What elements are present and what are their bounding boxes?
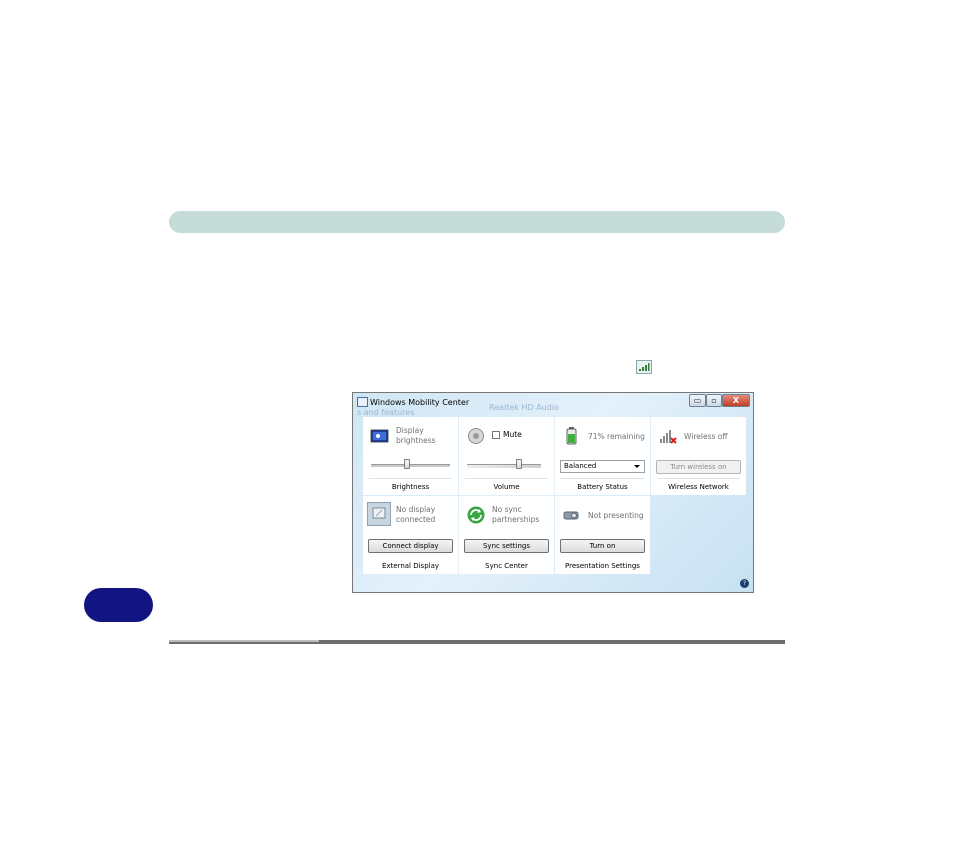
- chapter-tab: [84, 588, 153, 622]
- mobility-center-tray-icon: [636, 360, 652, 374]
- external-display-icon: [367, 502, 391, 526]
- maximize-button[interactable]: ▫: [706, 394, 722, 407]
- turn-on-presentation-button[interactable]: Turn on: [560, 539, 645, 553]
- brightness-status: Display brightness: [396, 426, 436, 445]
- tile-presentation: Not presenting Turn on Presentation Sett…: [555, 496, 650, 574]
- volume-caption: Volume: [493, 483, 520, 491]
- divider: [369, 478, 452, 479]
- sync-status: No sync partnerships: [492, 505, 540, 524]
- battery-caption: Battery Status: [577, 483, 628, 491]
- tile-sync-center: No sync partnerships Sync settings Sync …: [459, 496, 554, 574]
- volume-slider[interactable]: [515, 459, 522, 469]
- maximize-icon: ▫: [711, 396, 717, 405]
- footer-rule-highlight: [169, 640, 319, 642]
- presentation-caption: Presentation Settings: [565, 562, 640, 570]
- wireless-caption: Wireless Network: [668, 483, 729, 491]
- wireless-status: Wireless off: [684, 432, 728, 441]
- divider: [657, 478, 740, 479]
- external-display-caption: External Display: [381, 562, 440, 570]
- external-display-status: No display connected: [396, 505, 436, 524]
- battery-status: 71% remaining: [588, 432, 645, 441]
- window-title: Windows Mobility Center: [370, 398, 470, 407]
- turn-wireless-on-button[interactable]: Turn wireless on: [656, 460, 741, 474]
- tile-volume: Mute Volume: [459, 417, 554, 495]
- footer-rule: [169, 640, 785, 644]
- close-icon: X: [732, 396, 740, 405]
- mute-checkbox[interactable]: [492, 431, 500, 439]
- close-button[interactable]: X: [722, 394, 750, 407]
- brightness-caption: Brightness: [391, 483, 430, 491]
- power-plan-value: Balanced: [564, 462, 597, 470]
- tile-wireless: Wireless off Turn wireless on Wireless N…: [651, 417, 746, 495]
- mobility-center-window: Windows Mobility Center Realtek HD Audio…: [352, 392, 754, 593]
- help-icon[interactable]: ?: [740, 579, 749, 588]
- minimize-icon: ▭: [693, 396, 702, 405]
- page-header-band: [169, 211, 785, 233]
- speaker-icon: [466, 426, 486, 446]
- brightness-slider-track[interactable]: [371, 464, 450, 467]
- app-icon: [357, 397, 368, 407]
- minimize-button[interactable]: ▭: [689, 394, 706, 407]
- tile-brightness: Display brightness Brightness: [363, 417, 458, 495]
- background-ghost-text: s and features: [357, 408, 415, 417]
- power-plan-select[interactable]: Balanced: [560, 460, 645, 473]
- wireless-off-icon: [658, 426, 678, 446]
- tile-external-display: No display connected Connect display Ext…: [363, 496, 458, 574]
- sync-caption: Sync Center: [485, 562, 528, 570]
- connect-display-button[interactable]: Connect display: [368, 539, 453, 553]
- divider: [561, 478, 644, 479]
- volume-slider-track[interactable]: [467, 464, 541, 468]
- presentation-status: Not presenting: [588, 511, 644, 520]
- battery-icon: [562, 426, 582, 446]
- title-bar[interactable]: Windows Mobility Center Realtek HD Audio…: [353, 393, 753, 417]
- sync-icon: [466, 505, 486, 525]
- projector-icon: [562, 505, 582, 525]
- mute-label[interactable]: Mute: [503, 430, 522, 439]
- tile-battery: 71% remaining Balanced Battery Status: [555, 417, 650, 495]
- sync-settings-button[interactable]: Sync settings: [464, 539, 549, 553]
- divider: [465, 478, 548, 479]
- background-ghost-text: Realtek HD Audio: [489, 403, 559, 412]
- chevron-down-icon: [634, 465, 640, 468]
- brightness-slider[interactable]: [403, 459, 410, 469]
- display-brightness-icon: [370, 426, 390, 446]
